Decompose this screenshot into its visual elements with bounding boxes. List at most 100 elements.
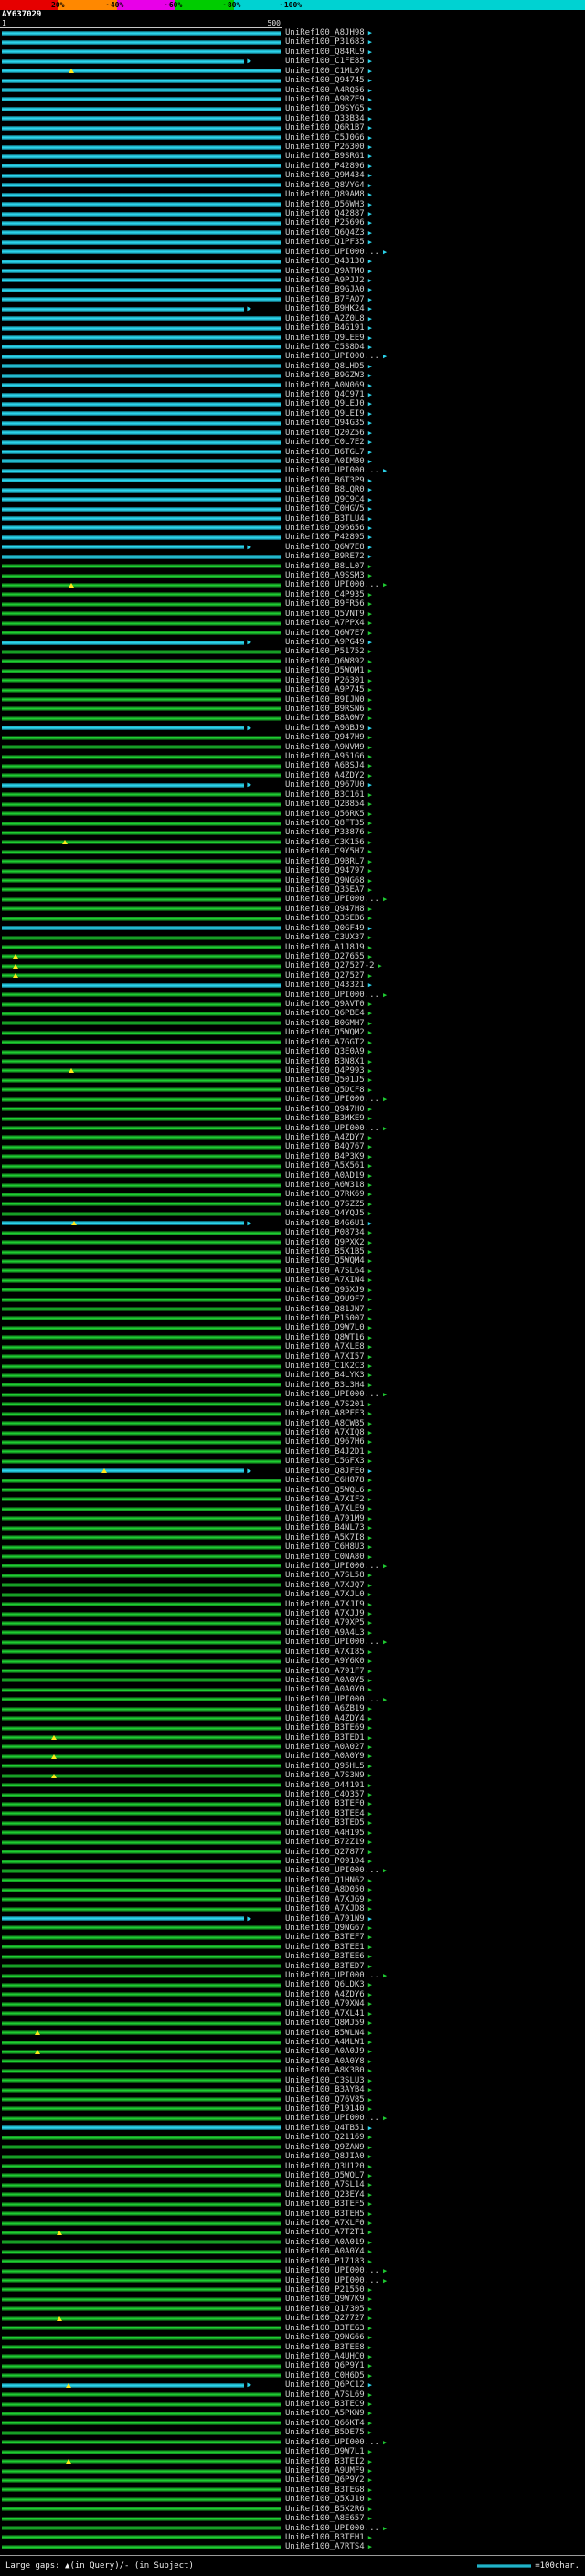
alignment-bar[interactable] <box>2 1135 281 1140</box>
hit-label[interactable]: UniRef100_Q23EY4 <box>285 2190 365 2200</box>
alignment-bar[interactable] <box>2 1392 281 1397</box>
alignment-bar[interactable] <box>2 2249 281 2254</box>
hit-label[interactable]: UniRef100_Q7RK69 <box>285 1191 365 1199</box>
hit-label[interactable]: UniRef100_B4J2D1 <box>285 1447 365 1457</box>
hit-label[interactable]: UniRef100_Q967U0 <box>285 781 365 790</box>
alignment-bar[interactable] <box>2 1669 281 1674</box>
alignment-bar[interactable] <box>2 935 281 940</box>
alignment-bar[interactable] <box>2 125 281 131</box>
alignment-bar[interactable] <box>2 1783 281 1788</box>
hit-label[interactable]: UniRef100_Q42887 <box>285 210 365 218</box>
alignment-bar[interactable] <box>2 1068 281 1074</box>
hit-label[interactable]: UniRef100_Q947H9 <box>285 734 365 742</box>
alignment-bar[interactable] <box>2 1878 281 1883</box>
hit-label[interactable]: UniRef100_A7XI85 <box>285 1648 365 1657</box>
alignment-bar[interactable] <box>2 1516 281 1521</box>
hit-label[interactable]: UniRef100_A951G6 <box>285 753 365 761</box>
hit-label[interactable]: UniRef100_Q4C971 <box>285 391 365 399</box>
alignment-bar[interactable] <box>2 39 281 45</box>
hit-label[interactable]: UniRef100_C0HGV5 <box>285 505 365 514</box>
alignment-bar[interactable] <box>2 1344 281 1350</box>
alignment-bar[interactable] <box>2 440 281 445</box>
alignment-bar[interactable] <box>2 773 281 779</box>
hit-label[interactable]: UniRef100_A8PFE3 <box>285 1410 365 1418</box>
hit-label[interactable]: UniRef100_C5S8D4 <box>285 343 365 352</box>
hit-label[interactable]: UniRef100_Q33B34 <box>285 114 365 123</box>
hit-label[interactable]: UniRef100_UPI000... <box>285 1972 379 1980</box>
hit-label[interactable]: UniRef100_C5GFX3 <box>285 1458 365 1466</box>
hit-label[interactable]: UniRef100_A791M9 <box>285 1514 365 1523</box>
alignment-bar[interactable] <box>2 459 281 464</box>
alignment-bar[interactable] <box>2 545 245 550</box>
alignment-bar[interactable] <box>2 1544 281 1550</box>
hit-label[interactable]: UniRef100_B3N8X1 <box>285 1057 365 1066</box>
alignment-bar[interactable] <box>2 230 281 236</box>
hit-label[interactable]: UniRef100_Q9LEI9 <box>285 409 365 419</box>
hit-label[interactable]: UniRef100_UPI000... <box>285 2267 379 2275</box>
alignment-bar[interactable] <box>2 249 281 255</box>
hit-label[interactable]: UniRef100_Q967H6 <box>285 1438 365 1447</box>
alignment-bar[interactable] <box>2 411 281 417</box>
hit-label[interactable]: UniRef100_Q6P9Y2 <box>285 2476 365 2485</box>
alignment-bar[interactable] <box>2 497 281 503</box>
alignment-bar[interactable] <box>2 763 281 769</box>
alignment-bar[interactable] <box>2 401 281 407</box>
alignment-bar[interactable] <box>2 269 281 274</box>
hit-label[interactable]: UniRef100_A7XLE8 <box>285 1343 365 1352</box>
hit-label[interactable]: UniRef100_A8D050 <box>285 1886 365 1894</box>
hit-label[interactable]: UniRef100_Q95HL5 <box>285 1762 365 1771</box>
hit-label[interactable]: UniRef100_Q9NG66 <box>285 2334 365 2342</box>
alignment-bar[interactable] <box>2 2306 281 2312</box>
hit-label[interactable]: UniRef100_B9GZW3 <box>285 372 365 380</box>
hit-label[interactable]: UniRef100_Q8FT35 <box>285 820 365 828</box>
hit-label[interactable]: UniRef100_Q9M434 <box>285 172 365 180</box>
alignment-bar[interactable] <box>2 1592 281 1597</box>
alignment-bar[interactable] <box>2 2154 281 2159</box>
alignment-bar[interactable] <box>2 525 281 531</box>
alignment-bar[interactable] <box>2 611 281 617</box>
hit-label[interactable]: UniRef100_Q27655 <box>285 952 365 961</box>
hit-label[interactable]: UniRef100_P31683 <box>285 38 365 47</box>
hit-label[interactable]: UniRef100_UPI000... <box>285 1562 379 1571</box>
alignment-bar[interactable] <box>2 2049 281 2054</box>
hit-label[interactable]: UniRef100_C6H878 <box>285 1477 365 1485</box>
alignment-bar[interactable] <box>2 2421 281 2426</box>
hit-label[interactable]: UniRef100_A0A027 <box>285 1743 365 1752</box>
hit-label[interactable]: UniRef100_A0IMB0 <box>285 457 365 466</box>
hit-label[interactable]: UniRef100_C0NA80 <box>285 1553 365 1562</box>
hit-label[interactable]: UniRef100_B3C161 <box>285 790 365 800</box>
alignment-bar[interactable] <box>2 954 281 959</box>
hit-label[interactable]: UniRef100_Q6R1B7 <box>285 124 365 133</box>
hit-label[interactable]: UniRef100_P42896 <box>285 162 365 171</box>
hit-label[interactable]: UniRef100_A7GGT2 <box>285 1038 365 1047</box>
alignment-bar[interactable] <box>2 2097 281 2103</box>
alignment-bar[interactable] <box>2 2326 281 2331</box>
hit-label[interactable]: UniRef100_A7SL14 <box>285 2181 365 2189</box>
hit-label[interactable]: UniRef100_B9IJN0 <box>285 695 365 705</box>
alignment-bar[interactable] <box>2 2373 281 2379</box>
hit-label[interactable]: UniRef100_B5X2R6 <box>285 2505 365 2514</box>
alignment-bar[interactable] <box>2 573 281 578</box>
alignment-bar[interactable] <box>2 2449 281 2454</box>
alignment-bar[interactable] <box>2 659 281 664</box>
alignment-bar[interactable] <box>2 1735 281 1741</box>
alignment-bar[interactable] <box>2 745 281 750</box>
alignment-bar[interactable] <box>2 2430 281 2435</box>
hit-label[interactable]: UniRef100_A7RTS4 <box>285 2543 365 2551</box>
hit-label[interactable]: UniRef100_A0A0Y5 <box>285 1676 365 1685</box>
hit-label[interactable]: UniRef100_Q89AM8 <box>285 191 365 199</box>
hit-label[interactable]: UniRef100_P21550 <box>285 2285 365 2295</box>
alignment-bar[interactable] <box>2 1820 281 1826</box>
alignment-bar[interactable] <box>2 2106 281 2112</box>
hit-label[interactable]: UniRef100_A7XJD8 <box>285 1905 365 1913</box>
alignment-bar[interactable] <box>2 1268 281 1274</box>
hit-label[interactable]: UniRef100_B3TEE1 <box>285 1943 365 1952</box>
alignment-bar[interactable] <box>2 1954 281 1959</box>
hit-label[interactable]: UniRef100_B3TED7 <box>285 1962 365 1971</box>
hit-label[interactable]: UniRef100_Q94745 <box>285 77 365 85</box>
hit-label[interactable]: UniRef100_A4UHC0 <box>285 2352 365 2361</box>
alignment-bar[interactable] <box>2 896 281 902</box>
alignment-bar[interactable] <box>2 1087 281 1093</box>
alignment-bar[interactable] <box>2 78 281 83</box>
hit-label[interactable]: UniRef100_B3L3H4 <box>285 1381 365 1390</box>
